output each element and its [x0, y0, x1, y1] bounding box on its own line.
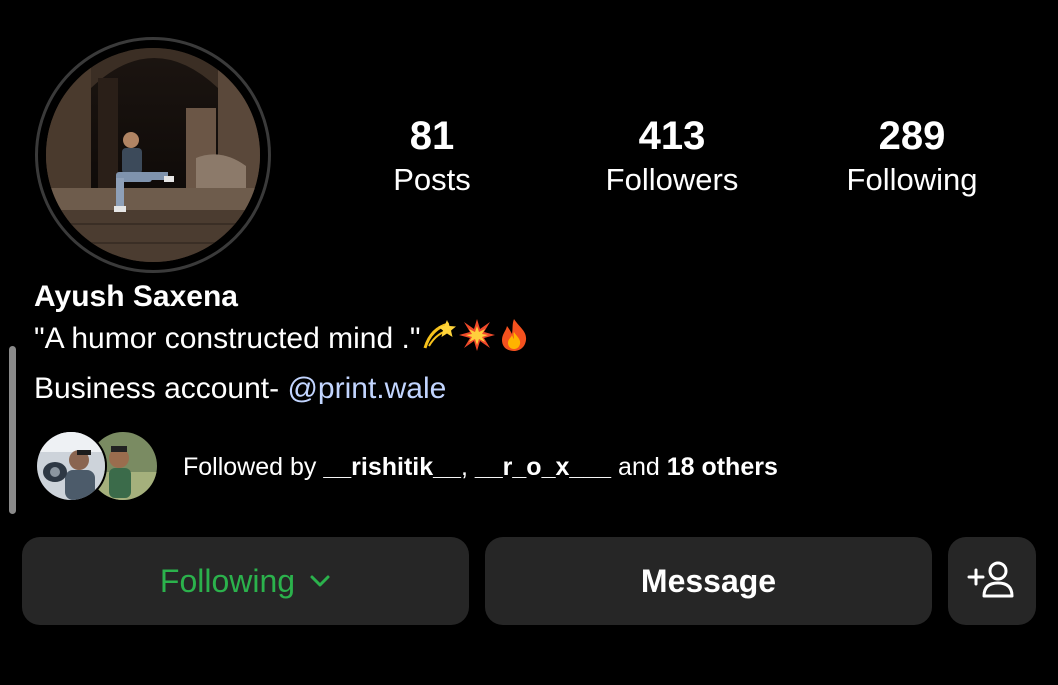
following-button[interactable]: Following — [22, 537, 469, 625]
mutual-others[interactable]: 18 others — [667, 453, 778, 481]
following-stat[interactable]: 289 Following — [802, 112, 1022, 200]
collision-emoji-icon — [458, 318, 496, 366]
profile-photo — [46, 48, 260, 262]
business-account-line: Business account- @print.wale — [34, 366, 531, 412]
business-prefix: Business account- — [34, 372, 288, 405]
following-count: 289 — [878, 114, 946, 158]
bio-quote: "A humor constructed mind ." — [34, 322, 421, 355]
followed-by-prefix: Followed by — [183, 453, 324, 481]
posts-stat[interactable]: 81 Posts — [322, 112, 542, 200]
bio-quote-line: "A humor constructed mind ." — [34, 316, 531, 366]
mutual-followers-avatars[interactable] — [35, 430, 159, 502]
following-button-label: Following — [159, 562, 296, 599]
followers-label: Followers — [605, 162, 739, 197]
followed-by-text[interactable]: Followed by __rishitik__, __r_o_x___ and… — [183, 450, 778, 484]
posts-label: Posts — [393, 162, 471, 197]
message-button[interactable]: Message — [485, 537, 932, 625]
scroll-indicator[interactable] — [9, 346, 16, 514]
add-user-icon — [967, 559, 1017, 604]
mutual-user-2[interactable]: __r_o_x___ — [475, 453, 611, 481]
profile-avatar[interactable] — [35, 37, 271, 273]
mutual-avatar-1 — [35, 430, 107, 502]
profile-bio: Ayush Saxena "A humor constructed mind .… — [34, 278, 531, 412]
suggested-users-button[interactable] — [948, 537, 1036, 625]
followers-stat[interactable]: 413 Followers — [562, 112, 782, 200]
dizzy-emoji-icon — [421, 318, 457, 366]
mutual-user-1[interactable]: __rishitik__ — [323, 453, 461, 481]
followers-count: 413 — [638, 114, 706, 158]
mutual-conjunction: and — [611, 453, 667, 481]
fire-emoji-icon — [497, 318, 531, 366]
message-button-label: Message — [640, 562, 777, 599]
following-label: Following — [846, 162, 978, 197]
chevron-down-icon — [309, 574, 331, 588]
business-handle-link[interactable]: @print.wale — [287, 372, 446, 405]
posts-count: 81 — [409, 114, 455, 158]
display-name: Ayush Saxena — [34, 280, 238, 313]
mutual-separator: , — [460, 453, 475, 481]
